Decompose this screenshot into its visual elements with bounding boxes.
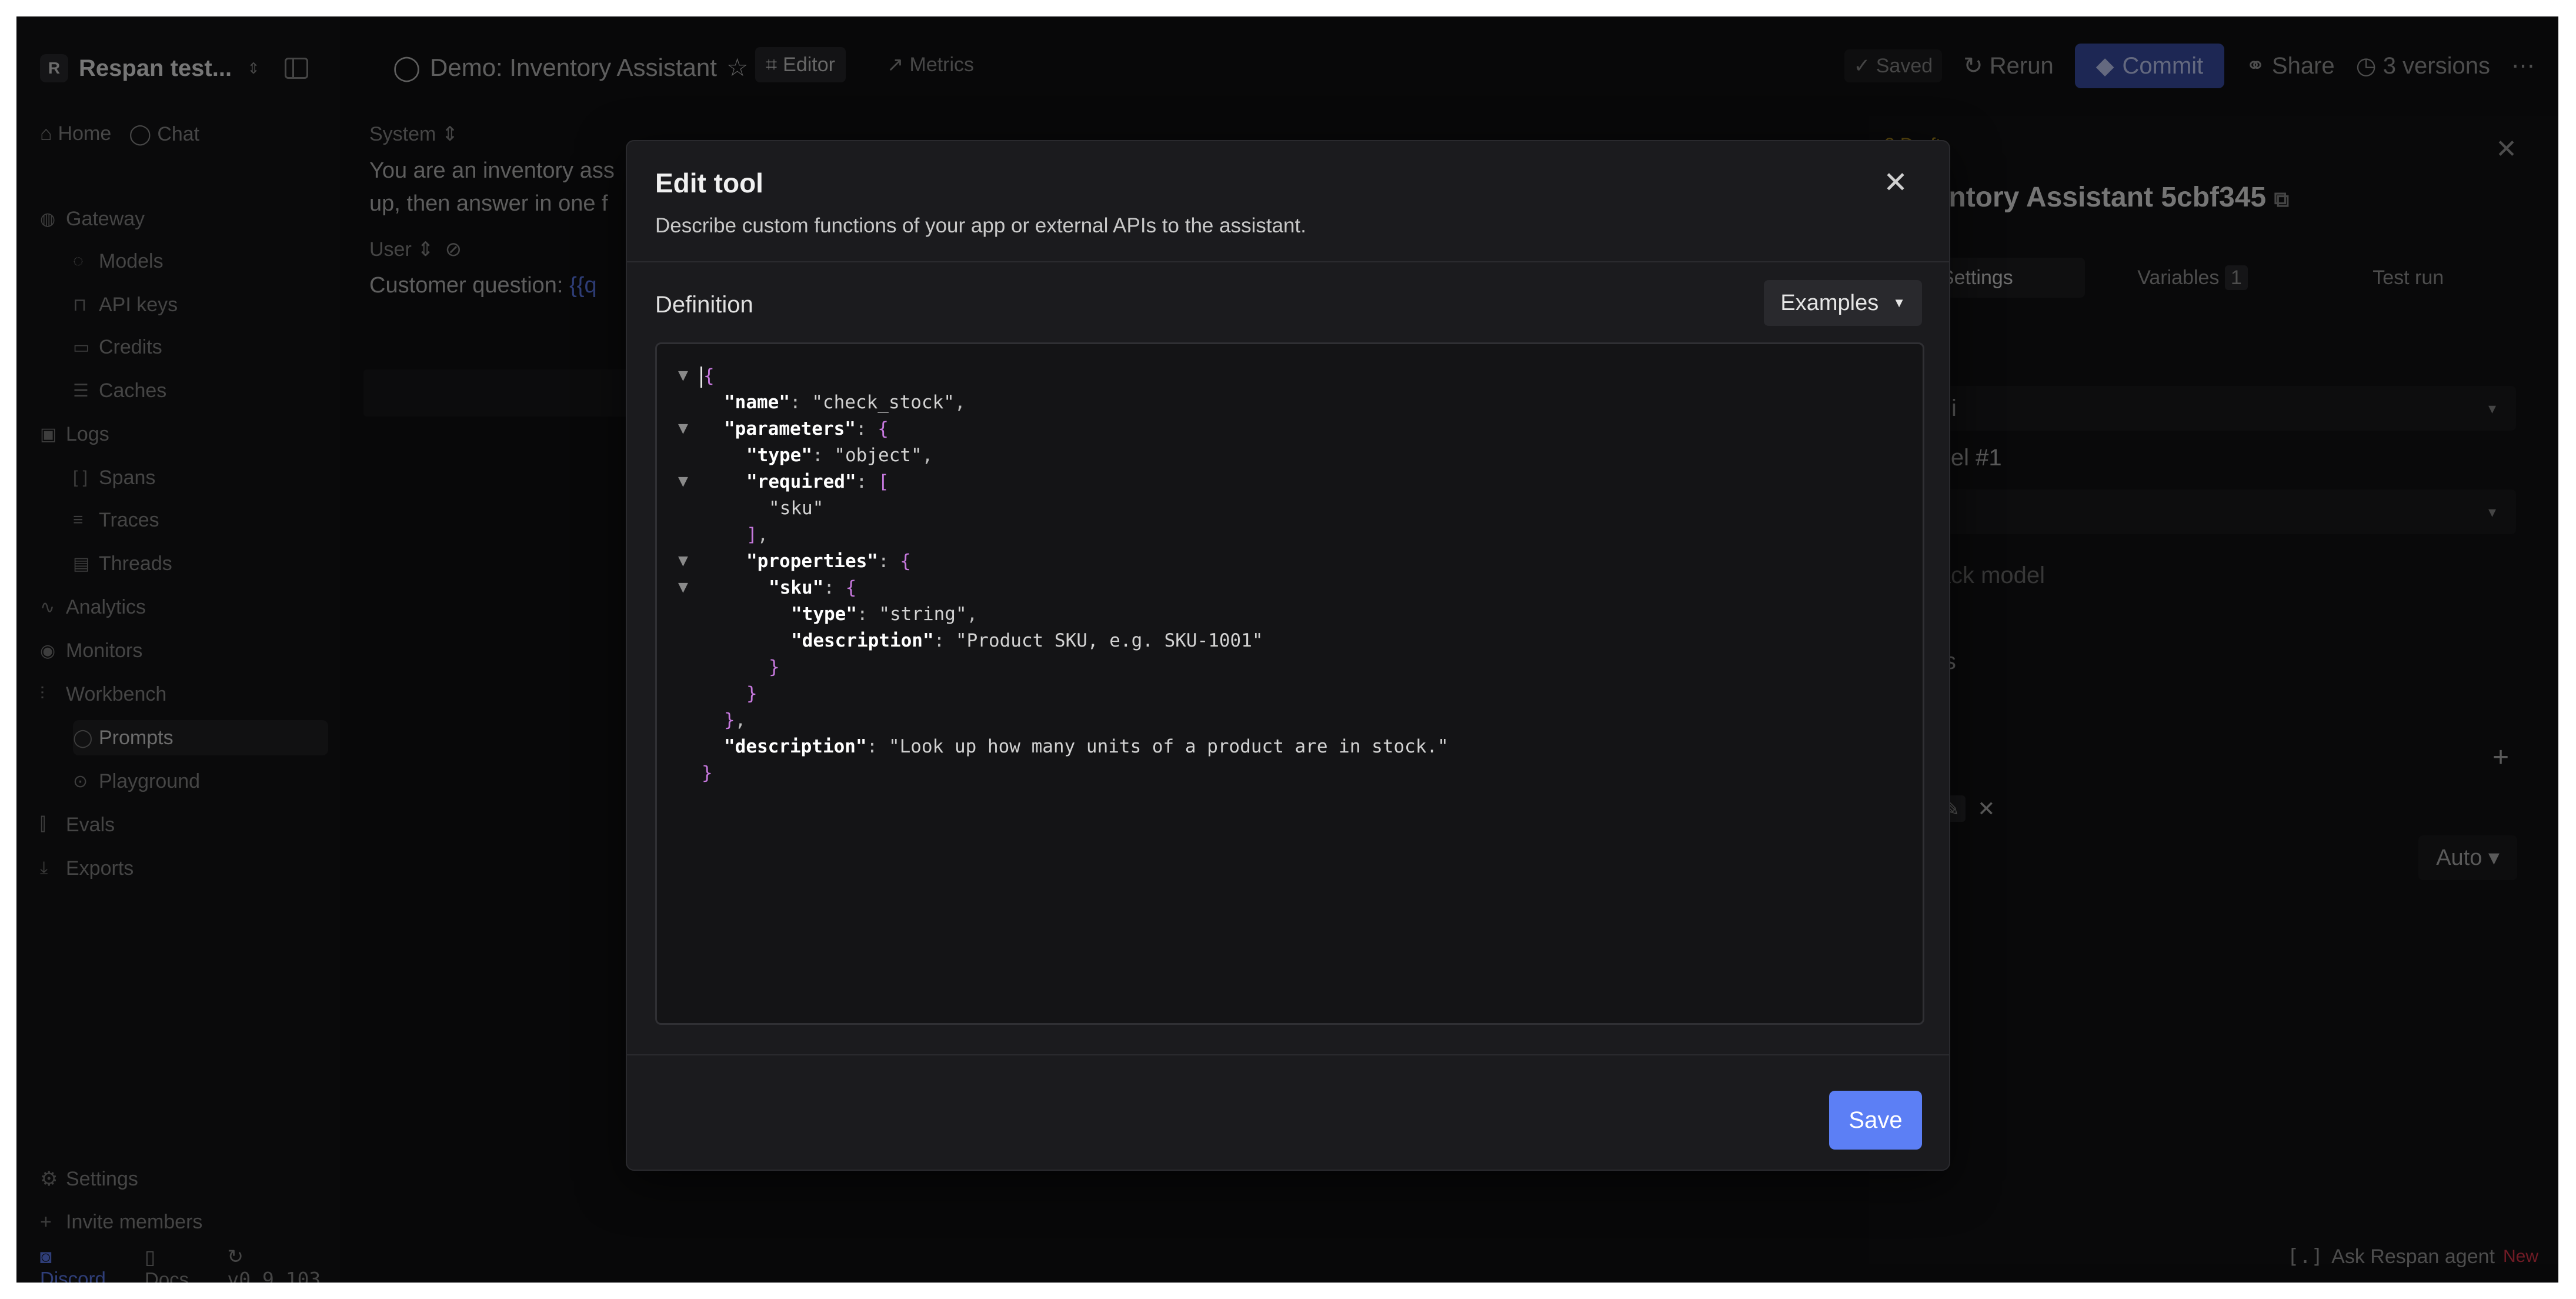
code-line: }	[746, 683, 758, 704]
code-line: "required": [	[746, 471, 889, 492]
divider	[627, 1054, 1949, 1055]
json-key: "type"	[791, 604, 857, 625]
json-key: "type"	[746, 445, 812, 466]
json-key: "description"	[724, 736, 867, 757]
json-key: "sku"	[769, 577, 824, 598]
code-line: },	[724, 710, 746, 731]
code-line: "properties": {	[746, 551, 911, 572]
json-key: "parameters"	[724, 418, 856, 439]
code-line: "description": "Product SKU, e.g. SKU-10…	[791, 630, 1263, 651]
code-line: "sku"	[769, 495, 823, 521]
app-window: R Respan test... ⇕ ⌂Home ◯Chat ◍Gateway …	[16, 16, 2558, 1283]
dialog-title: Edit tool	[655, 168, 763, 198]
json-value: "Product SKU, e.g. SKU-1001"	[955, 630, 1263, 651]
text-cursor	[700, 366, 702, 388]
json-value: "sku"	[769, 498, 824, 519]
json-value: "object"	[834, 445, 922, 466]
code-line: "name": "check_stock",	[724, 392, 966, 413]
caret-down-icon: ▼	[1893, 295, 1906, 310]
json-value: "string"	[879, 604, 967, 625]
json-code-editor[interactable]: ▼ { "name": "check_stock", ▼ "parameters…	[655, 342, 1924, 1025]
dialog-subtitle: Describe custom functions of your app or…	[655, 214, 1306, 237]
examples-label: Examples	[1780, 290, 1879, 315]
examples-dropdown[interactable]: Examples ▼	[1764, 280, 1922, 326]
fold-toggle-icon[interactable]: ▼	[678, 548, 688, 574]
code-line: "type": "string",	[791, 604, 978, 625]
definition-label: Definition	[655, 292, 753, 318]
code-line: "sku": {	[769, 577, 857, 598]
fold-toggle-icon[interactable]: ▼	[678, 363, 688, 389]
divider	[627, 261, 1949, 262]
code-line: {	[700, 363, 715, 389]
fold-toggle-icon[interactable]: ▼	[678, 416, 688, 442]
code-line: }	[702, 762, 713, 784]
edit-tool-dialog: Edit tool Describe custom functions of y…	[626, 140, 1950, 1171]
code-line: ],	[746, 524, 769, 545]
fold-toggle-icon[interactable]: ▼	[678, 575, 688, 601]
json-key: "description"	[791, 630, 934, 651]
code-line: }	[769, 657, 780, 678]
json-key: "name"	[724, 392, 790, 413]
code-line: "type": "object",	[746, 445, 933, 466]
json-value: "Look up how many units of a product are…	[888, 736, 1449, 757]
fold-toggle-icon[interactable]: ▼	[678, 469, 688, 495]
code-line: "description": "Look up how many units o…	[724, 736, 1449, 757]
save-button[interactable]: Save	[1829, 1091, 1922, 1150]
json-key: "properties"	[746, 551, 878, 572]
code-line: "parameters": {	[724, 418, 889, 439]
json-value: "check_stock"	[812, 392, 955, 413]
close-icon[interactable]: ✕	[1883, 165, 1908, 200]
json-key: "required"	[746, 471, 856, 492]
